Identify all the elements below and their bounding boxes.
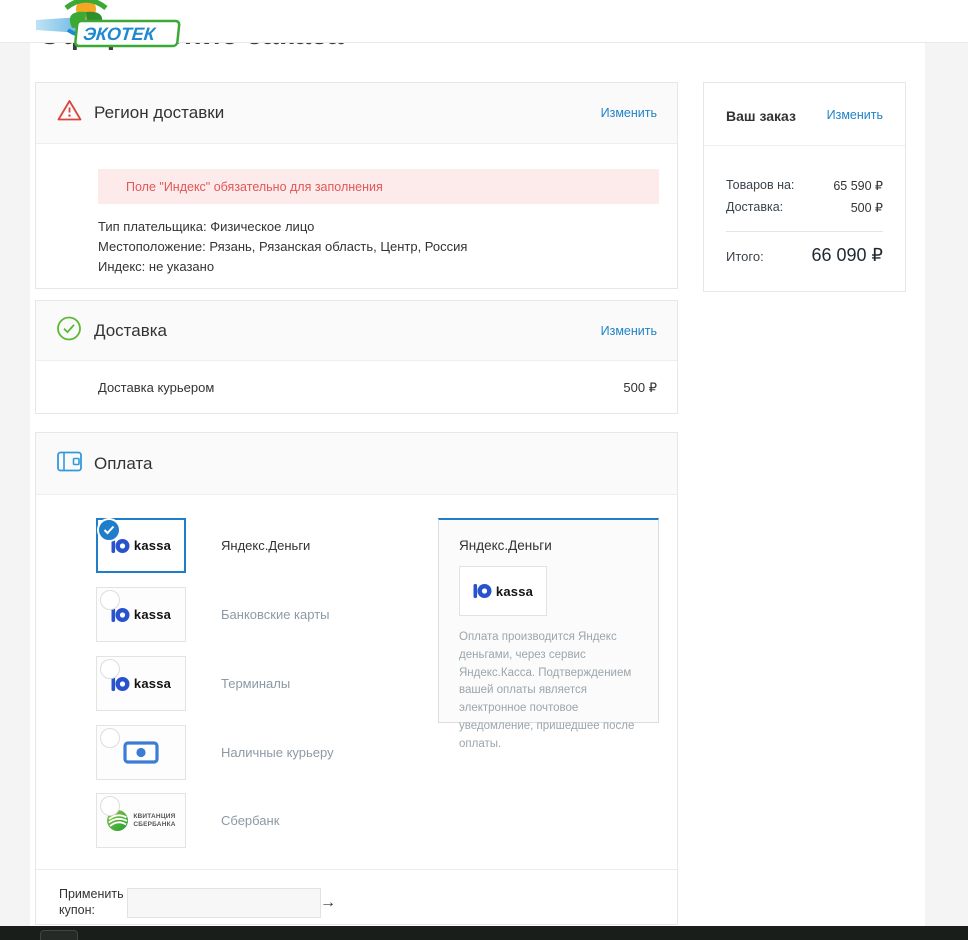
delivery-section: Доставка Изменить Доставка курьером 500 … [35,300,678,414]
region-section-header: Регион доставки Изменить [36,83,677,144]
payment-section: Оплата kassa Яндекс.Деньги [35,432,678,925]
checkout-page: Оформление заказа ЭКОТЕК [0,0,968,940]
radio-icon [100,590,120,610]
warning-icon [56,98,83,128]
yookassa-logo: kassa [473,582,533,600]
order-items-label: Товаров на: [726,178,794,193]
payment-label-bank-cards[interactable]: Банковские карты [221,607,330,622]
yookassa-logo: kassa [111,537,171,555]
order-summary-divider [726,231,883,232]
radio-icon [100,659,120,679]
bottom-bar-chip [40,930,78,940]
ecotek-logo-icon: ЭКОТЕК [34,0,186,50]
bottom-bar [0,926,968,940]
payment-section-header: Оплата [36,433,677,495]
yookassa-mark-icon [473,582,492,600]
banknote-icon [123,741,159,764]
index-line: Индекс: не указано [98,257,467,277]
coupon-field: → [127,888,321,918]
order-delivery-row: Доставка: 500 ₽ [726,200,883,215]
order-summary: Ваш заказ Изменить Товаров на: 65 590 ₽ … [703,82,906,292]
region-edit-link[interactable]: Изменить [601,106,657,120]
delivery-price: 500 ₽ [623,380,657,396]
yookassa-logo: kassa [111,606,171,624]
delivery-section-header: Доставка Изменить [36,301,677,361]
payer-type-line: Тип плательщика: Физическое лицо [98,217,467,237]
ecotek-logo[interactable]: ЭКОТЕК [34,0,186,55]
location-line: Местоположение: Рязань, Рязанская област… [98,237,467,257]
region-section: Регион доставки Изменить Поле "Индекс" о… [35,82,678,289]
payment-option-bank-cards[interactable]: kassa [96,587,186,642]
order-items-value: 65 590 ₽ [833,178,883,193]
delivery-method-row: Доставка курьером 500 ₽ [36,361,677,414]
order-delivery-label: Доставка: [726,200,783,215]
check-circle-icon [56,315,82,346]
order-total-label: Итого: [726,249,764,264]
delivery-method: Доставка курьером [98,380,214,395]
selected-check-icon [97,518,121,542]
payment-detail-title: Яндекс.Деньги [459,538,638,553]
payment-option-terminals[interactable]: kassa [96,656,186,711]
payment-option-sberbank[interactable]: КВИТАНЦИЯ СБЕРБАНКА [96,793,186,848]
payment-label-terminals[interactable]: Терминалы [221,676,290,691]
svg-text:ЭКОТЕК: ЭКОТЕК [82,24,158,44]
payment-section-title: Оплата [36,454,152,474]
coupon-separator [36,869,677,870]
payment-label-yandex-money[interactable]: Яндекс.Деньги [221,538,310,553]
order-items-row: Товаров на: 65 590 ₽ [726,178,883,193]
order-delivery-value: 500 ₽ [851,200,883,215]
order-summary-title: Ваш заказ [726,108,796,124]
order-summary-edit-link[interactable]: Изменить [827,108,883,122]
payment-label-cash-courier[interactable]: Наличные курьеру [221,745,334,760]
radio-icon [100,796,120,816]
index-error-message: Поле "Индекс" обязательно для заполнения [98,169,659,204]
coupon-label: Применить купон: [59,886,121,918]
payment-label-sberbank[interactable]: Сбербанк [221,813,279,828]
radio-icon [100,728,120,748]
payment-option-yandex-money[interactable]: kassa [96,518,186,573]
coupon-submit-button[interactable]: → [320,894,336,912]
yookassa-logo: kassa [111,675,171,693]
payment-detail-description: Оплата производится Яндекс деньгами, чер… [459,629,638,754]
order-total-value: 66 090 ₽ [811,245,883,266]
order-total-row: Итого: 66 090 ₽ [726,245,883,266]
payment-detail-logo-box: kassa [459,566,547,616]
sberbank-receipt-text: КВИТАНЦИЯ СБЕРБАНКА [133,813,175,829]
coupon-input[interactable] [128,889,320,917]
payment-detail-panel: Яндекс.Деньги kassa Оплата производится … [438,518,659,723]
order-summary-header: Ваш заказ Изменить [704,83,905,146]
delivery-edit-link[interactable]: Изменить [601,324,657,338]
region-info: Тип плательщика: Физическое лицо Местопо… [98,217,467,277]
wallet-icon [56,450,83,478]
payment-option-cash-courier[interactable] [96,725,186,780]
